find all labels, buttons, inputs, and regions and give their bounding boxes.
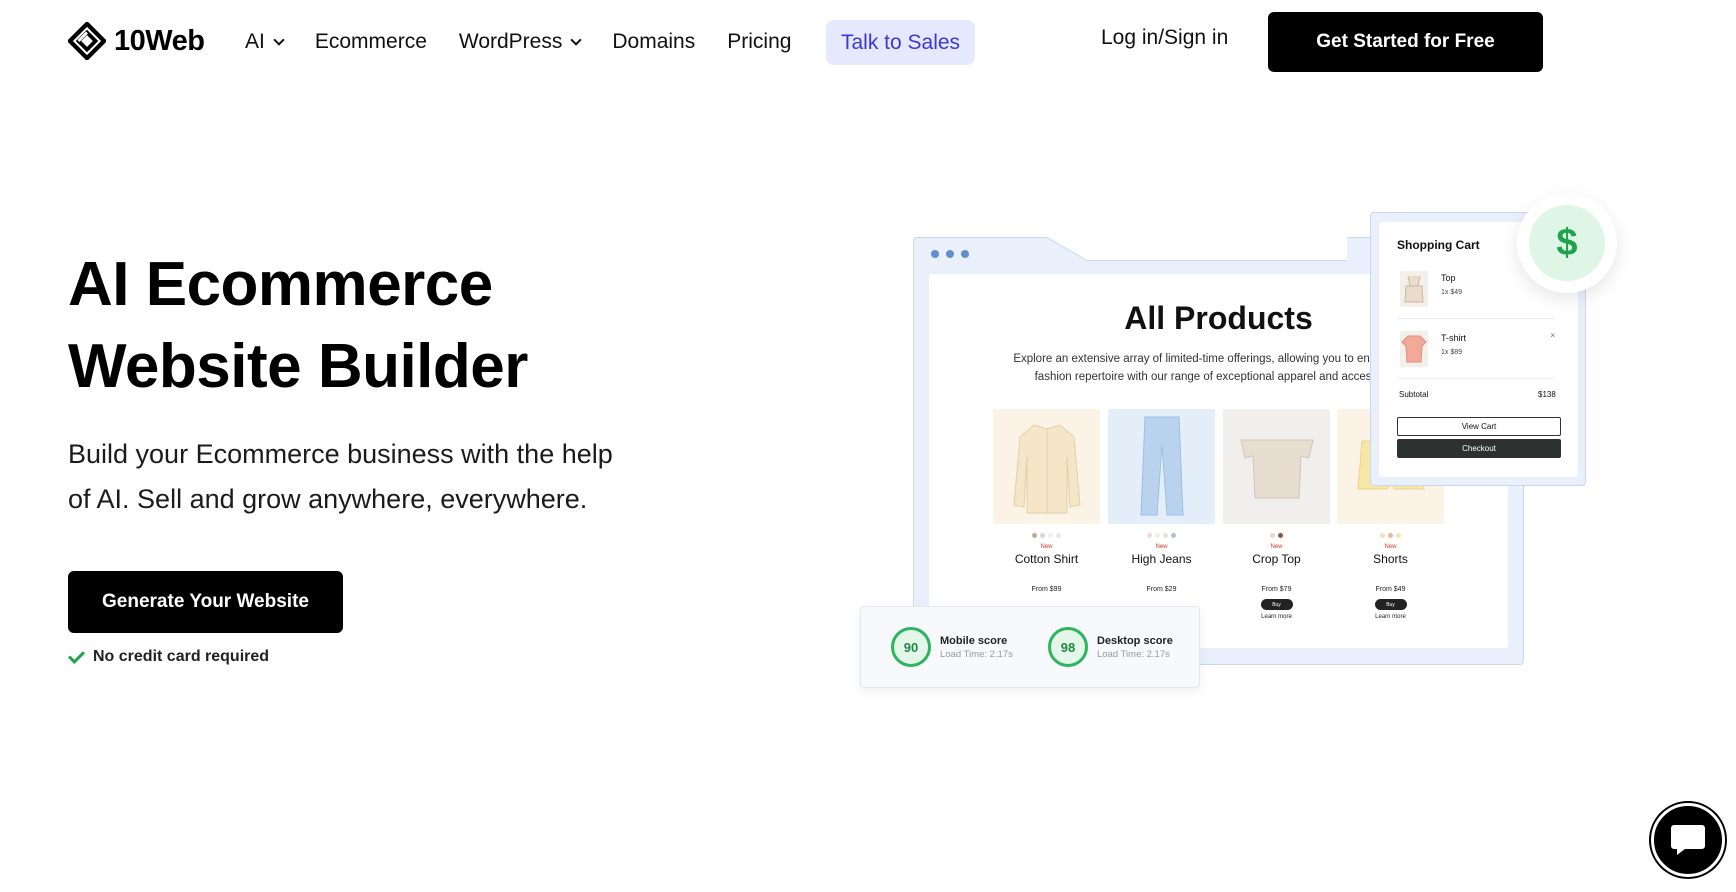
product-image	[1108, 409, 1215, 524]
cart-item: T-shirt 1x $89 ×	[1400, 331, 1555, 371]
window-dots	[931, 250, 969, 258]
product-card[interactable]: New Cotton Shirt From $99	[993, 409, 1100, 593]
nav-item-label: AI	[245, 30, 265, 53]
product-name: Shorts	[1373, 552, 1408, 566]
chevron-down-icon	[570, 33, 583, 46]
desktop-score: 98 Desktop score Load Time: 2.17s	[1048, 627, 1173, 667]
cart-item-image	[1400, 331, 1428, 367]
nav-item-label: Ecommerce	[314, 30, 427, 53]
product-badge: New	[1270, 544, 1283, 550]
mobile-score: 90 Mobile score Load Time: 2.17s	[891, 627, 1013, 667]
chevron-down-icon	[273, 33, 285, 46]
product-name: Crop Top	[1252, 552, 1301, 566]
chat-icon	[1671, 825, 1705, 855]
generate-website-button[interactable]: Generate Your Website	[68, 571, 343, 633]
browser-tab-shape	[1047, 237, 1347, 261]
nav-item-ai[interactable]: AI	[245, 30, 285, 54]
nav-item-label: Domains	[612, 30, 696, 53]
top-navigation: 10Web AI Ecommerce WordPress Domains Pri…	[0, 0, 1736, 84]
nav-item-pricing[interactable]: Pricing	[727, 30, 791, 54]
dollar-badge: $	[1517, 193, 1617, 293]
hero-title-line: AI Ecommerce	[68, 250, 493, 319]
score-ring: 90	[891, 627, 931, 667]
check-icon	[68, 646, 85, 664]
note-text: No credit card required	[93, 648, 270, 665]
cart-item-name: T-shirt	[1441, 333, 1467, 343]
product-badge: New	[1384, 544, 1397, 550]
score-label: Desktop score	[1097, 634, 1173, 647]
product-name: Cotton Shirt	[1014, 552, 1079, 566]
cart-item-name: Top	[1441, 273, 1456, 283]
chat-widget-button[interactable]	[1651, 803, 1725, 877]
product-image	[1223, 409, 1330, 524]
hero-title-line: Website Builder	[68, 332, 528, 401]
remove-item-icon[interactable]: ×	[1550, 331, 1555, 340]
score-load-time: Load Time: 2.17s	[940, 648, 1013, 660]
hero-subtitle-line: of AI. Sell and grow anywhere, everywher…	[68, 484, 588, 514]
performance-scores-card: 90 Mobile score Load Time: 2.17s 98 Desk…	[860, 606, 1200, 688]
logo-icon	[68, 22, 106, 60]
checkout-button[interactable]: Checkout	[1397, 439, 1561, 458]
product-price: From $99	[1031, 586, 1062, 593]
cart-title: Shopping Cart	[1397, 238, 1480, 252]
login-link[interactable]: Log in/Sign in	[1101, 26, 1228, 50]
cart-item-qty: 1x $89	[1441, 349, 1463, 356]
product-badge: New	[1040, 544, 1053, 550]
product-card[interactable]: New High Jeans From $29	[1108, 409, 1215, 593]
logo[interactable]: 10Web	[68, 22, 205, 60]
subtotal-value: $138	[1538, 390, 1556, 399]
cart-item-image	[1400, 271, 1428, 307]
learn-more-link[interactable]: Learn more	[1337, 614, 1444, 620]
learn-more-link[interactable]: Learn more	[1223, 614, 1330, 620]
score-ring: 98	[1048, 627, 1088, 667]
product-price: From $79	[1261, 586, 1292, 593]
buy-button[interactable]: Buy	[1374, 599, 1407, 610]
product-price: From $29	[1146, 586, 1177, 593]
hero-subtitle: Build your Ecommerce business with the h…	[68, 432, 708, 522]
buy-button[interactable]: Buy	[1260, 599, 1293, 610]
hero-title: AI Ecommerce Website Builder	[68, 244, 708, 408]
nav-item-ecommerce[interactable]: Ecommerce	[315, 30, 427, 54]
subtotal-label: Subtotal	[1399, 390, 1429, 399]
view-cart-button[interactable]: View Cart	[1397, 417, 1561, 436]
no-credit-card-note: No credit card required	[68, 646, 270, 666]
product-price: From $49	[1375, 586, 1406, 593]
divider	[1398, 318, 1554, 319]
talk-to-sales-button[interactable]: Talk to Sales	[826, 20, 976, 65]
nav-item-label: Pricing	[727, 30, 792, 53]
nav-links: AI Ecommerce WordPress Domains Pricing	[245, 20, 823, 64]
divider	[1398, 378, 1554, 379]
get-started-button[interactable]: Get Started for Free	[1268, 12, 1543, 72]
product-card[interactable]: New Crop Top From $79 Buy Learn more	[1223, 409, 1330, 620]
score-load-time: Load Time: 2.17s	[1097, 648, 1170, 660]
product-name: High Jeans	[1131, 552, 1192, 566]
cart-item-qty: 1x $49	[1441, 289, 1463, 296]
hero-subtitle-line: Build your Ecommerce business with the h…	[68, 439, 613, 469]
nav-item-domains[interactable]: Domains	[612, 30, 695, 54]
score-label: Mobile score	[940, 634, 1008, 647]
nav-item-label: WordPress	[458, 30, 563, 53]
product-image	[993, 409, 1100, 524]
brand-name: 10Web	[114, 24, 205, 57]
dollar-icon: $	[1529, 205, 1605, 281]
product-badge: New	[1155, 544, 1168, 550]
nav-item-wordpress[interactable]: WordPress	[458, 30, 583, 54]
